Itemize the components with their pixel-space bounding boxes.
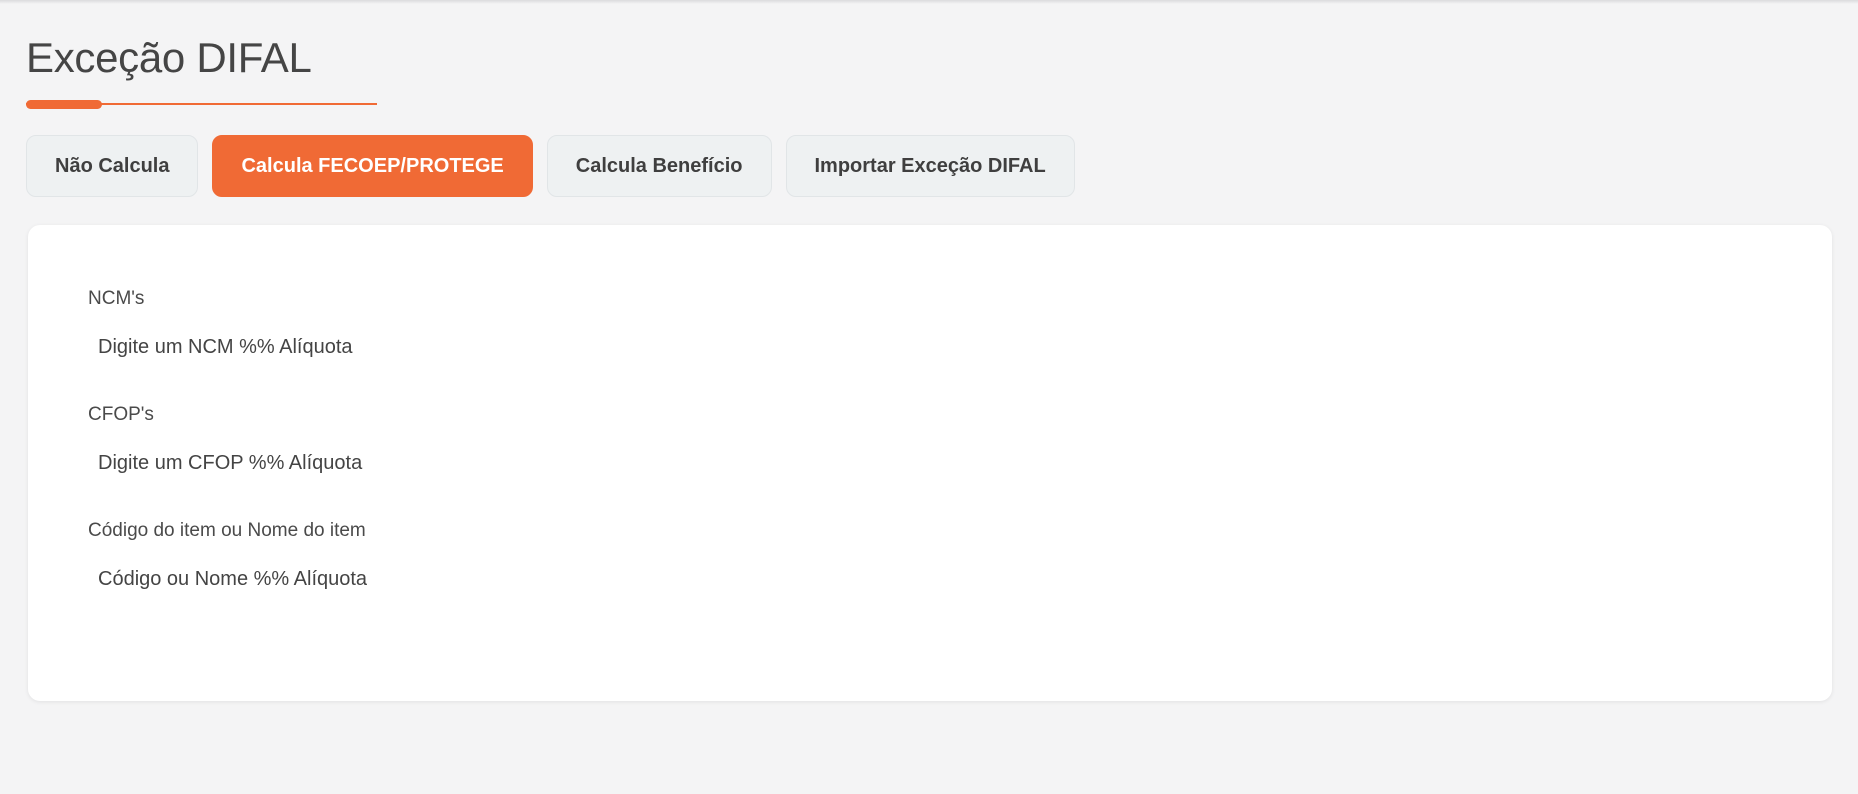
page-content: Exceção DIFAL Não Calcula Calcula FECOEP… [26,30,1834,701]
top-bar-shadow [0,0,1858,4]
tab-bar: Não Calcula Calcula FECOEP/PROTEGE Calcu… [26,135,1834,197]
tab-calcula-beneficio[interactable]: Calcula Benefício [546,135,772,197]
cfop-input[interactable] [88,443,388,483]
title-underline-accent [26,100,102,109]
title-underline [26,100,377,110]
item-label: Código do item ou Nome do item [88,520,366,541]
cfop-field-group: CFOP's [88,403,508,483]
tab-calcula-fecoep-protege[interactable]: Calcula FECOEP/PROTEGE [212,135,533,197]
cfop-label: CFOP's [88,404,154,425]
tab-importar-excecao-difal[interactable]: Importar Exceção DIFAL [785,135,1075,197]
ncm-label: NCM's [88,288,145,309]
item-field-group: Código do item ou Nome do item [88,519,508,599]
item-input[interactable] [88,559,388,599]
exception-form: NCM's CFOP's Código do item ou Nome do i… [88,287,508,635]
ncm-input[interactable] [88,327,388,367]
ncm-field-group: NCM's [88,287,508,367]
page-title: Exceção DIFAL [26,34,312,81]
form-card: NCM's CFOP's Código do item ou Nome do i… [28,225,1832,701]
tab-nao-calcula[interactable]: Não Calcula [26,135,199,197]
